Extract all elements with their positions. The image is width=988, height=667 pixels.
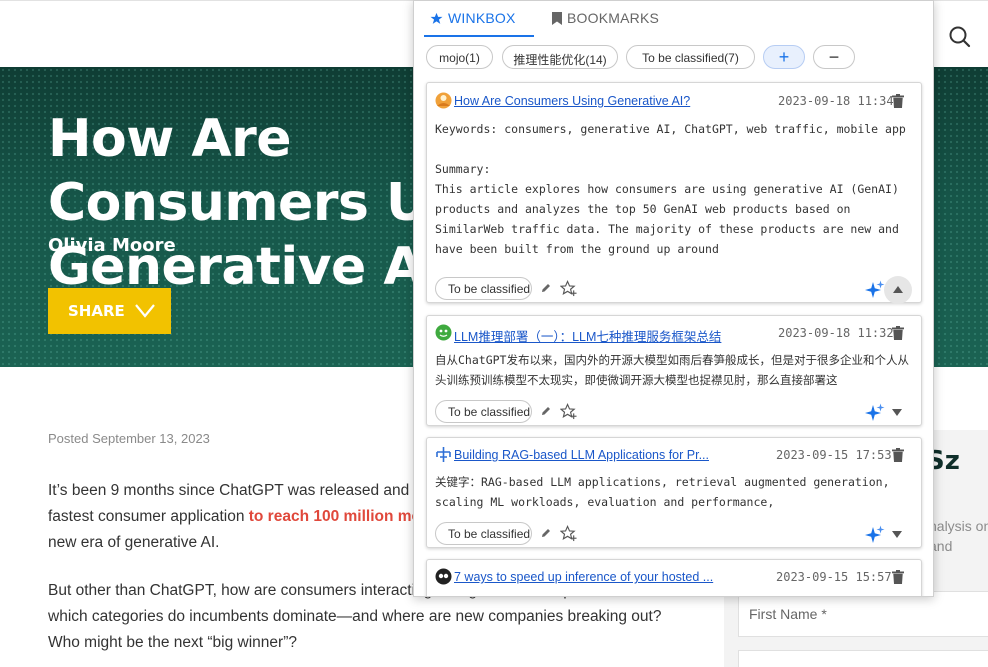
saved-item-title[interactable]: How Are Consumers Using Generative AI? [454,94,754,108]
classification-chip[interactable]: To be classified [435,400,532,423]
form-description: nalysis on and [929,518,988,554]
posted-date-value: September 13, 2023 [92,431,210,446]
saved-item-card: How Are Consumers Using Generative AI? 2… [426,82,922,304]
saved-item-date: 2023-09-18 11:34 [778,94,894,108]
tab-bookmarks-label: BOOKMARKS [567,10,660,26]
saved-item-card: 7 ways to speed up inference of your hos… [426,559,922,596]
saved-item-footer: To be classified [435,400,915,424]
saved-item-title[interactable]: Building RAG-based LLM Applications for … [454,448,744,462]
saved-item-date: 2023-09-18 11:32 [778,326,894,340]
saved-item-footer: To be classified [435,276,915,304]
para1-text-a: It’s been 9 months since ChatGPT was rel… [48,482,423,499]
classification-chip[interactable]: To be classified [435,522,532,545]
email-field[interactable]: Business Email Address * [738,650,988,667]
ai-sparkle-icon[interactable] [865,280,885,300]
bookmark-icon [552,12,562,25]
ai-sparkle-icon[interactable] [865,403,885,423]
caret-down-icon[interactable] [892,409,902,416]
trash-icon[interactable] [892,94,904,108]
site-favicon-icon [435,446,452,463]
saved-item-date: 2023-09-15 17:53 [776,448,892,462]
caret-up-icon [893,286,903,293]
para1-text-b: fastest consumer application [48,508,249,525]
star-icon [430,12,443,24]
star-outline-icon[interactable] [560,280,577,297]
trash-icon[interactable] [892,570,904,584]
pencil-icon[interactable] [541,406,551,416]
pencil-icon[interactable] [541,283,551,293]
trash-icon[interactable] [892,448,904,462]
chip-to-be-classified[interactable]: To be classified(7) [626,45,755,69]
first-name-field[interactable]: First Name * [738,591,988,637]
browser-page: How Are Consumers Using Generative AI? O… [0,0,988,667]
tab-winkbox[interactable]: WINKBOX [424,1,534,37]
chevron-down-icon [135,304,155,318]
saved-item-summary: Keywords: consumers, generative AI, Chat… [435,122,906,256]
classification-label: To be classified [448,282,531,296]
share-button[interactable]: SHARE [48,288,171,334]
classification-label: To be classified [448,527,531,541]
saved-item-card: LLM推理部署（一）：LLM七种推理服务框架总结 2023-09-18 11:3… [426,315,922,426]
saved-item-summary: 自从ChatGPT发布以来，国内外的开源大模型如雨后春笋般成长，但是对于很多企业… [435,353,909,387]
winkbox-extension-popup: WINKBOX BOOKMARKS mojo(1) 推理性能优化(14) To … [413,0,934,597]
add-category-button[interactable]: + [763,45,805,69]
saved-item-title[interactable]: LLM推理部署（一）：LLM七种推理服务框架总结 [454,326,754,345]
saved-item-date: 2023-09-15 15:57 [776,570,892,584]
collapse-button[interactable] [884,276,912,304]
tab-winkbox-label: WINKBOX [448,10,516,26]
million-users-link[interactable]: to reach 100 million mo [249,508,421,525]
saved-item-summary: 关键字：RAG-based LLM applications, retrieva… [435,475,897,509]
popup-tabs: WINKBOX BOOKMARKS [414,1,933,37]
site-favicon-icon [435,92,452,109]
remove-category-button[interactable]: − [813,45,855,69]
posted-date: Posted September 13, 2023 [48,431,210,446]
chip-mojo[interactable]: mojo(1) [426,45,493,69]
saved-item-footer: To be classified [435,522,915,546]
posted-prefix: Posted [48,431,93,446]
saved-item-title[interactable]: 7 ways to speed up inference of your hos… [454,570,744,584]
tab-bookmarks[interactable]: BOOKMARKS [550,1,680,37]
star-outline-icon[interactable] [560,403,577,420]
trash-icon[interactable] [892,326,904,340]
pencil-icon[interactable] [541,528,551,538]
star-outline-icon[interactable] [560,525,577,542]
site-favicon-icon [435,568,452,585]
share-label: SHARE [68,302,125,320]
article-author[interactable]: Olivia Moore [48,235,176,256]
ai-sparkle-icon[interactable] [865,525,885,545]
classification-label: To be classified [448,405,531,419]
saved-items-list: How Are Consumers Using Generative AI? 2… [414,79,933,596]
site-favicon-icon [435,324,452,341]
classification-chip[interactable]: To be classified [435,277,532,300]
para1-text-c: new era of generative AI. [48,534,220,551]
caret-down-icon[interactable] [892,531,902,538]
search-icon[interactable] [946,23,974,51]
chip-inference-optimization[interactable]: 推理性能优化(14) [502,45,618,69]
saved-item-card: Building RAG-based LLM Applications for … [426,437,922,548]
